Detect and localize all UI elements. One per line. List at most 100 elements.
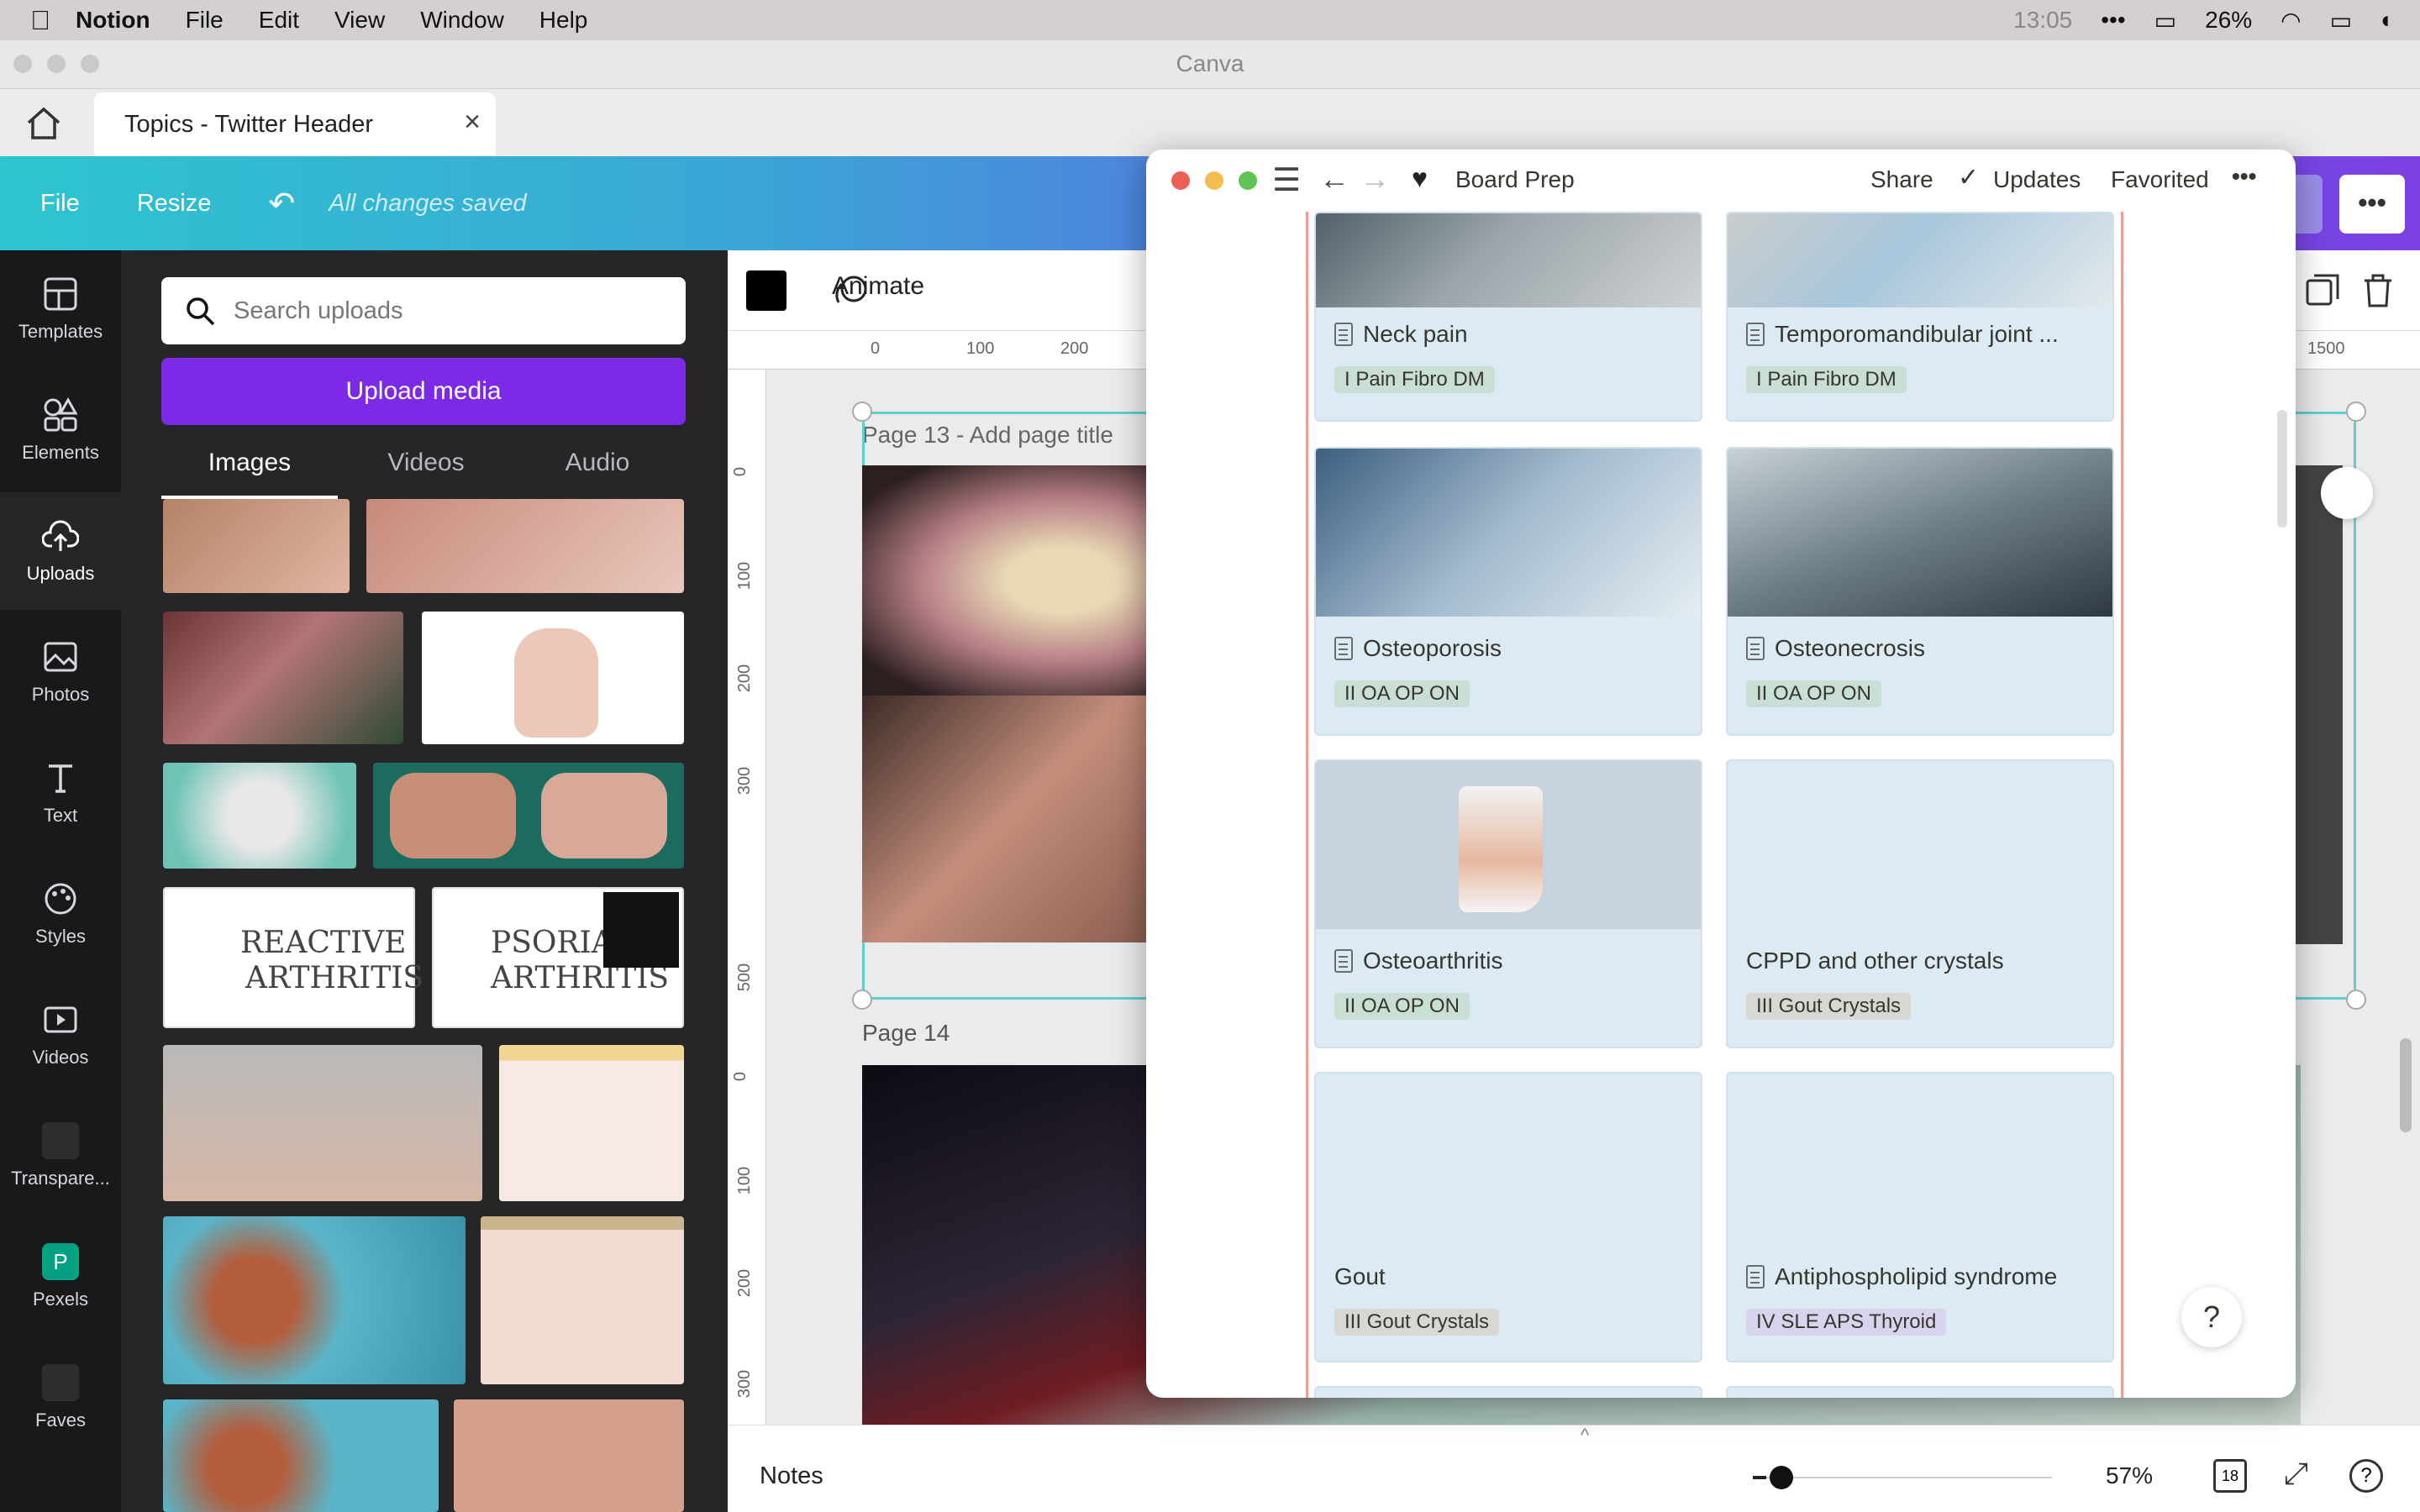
updates-button[interactable]: Updates (1993, 166, 2081, 193)
app-name[interactable]: Notion (76, 7, 150, 34)
board-card[interactable]: Antiphospholipid syndrome IV SLE APS Thy… (1726, 1072, 2114, 1362)
rail-photos[interactable]: Photos (0, 613, 121, 731)
resize-button[interactable]: Resize (137, 190, 212, 218)
resize-handle[interactable] (852, 402, 872, 422)
sidebar-menu-icon[interactable]: ☰ (1272, 161, 1301, 199)
screen-share-icon[interactable]: ▭ (2154, 7, 2176, 34)
notion-scrollbar[interactable] (2277, 410, 2287, 528)
board-card[interactable]: Osteoporosis II OA OP ON (1314, 447, 1702, 736)
control-center-icon[interactable]: ◐ (2381, 7, 2395, 34)
upload-thumbnail[interactable] (366, 499, 684, 593)
share-button[interactable]: Share (1870, 166, 1933, 193)
board-card[interactable]: Osteonecrosis II OA OP ON (1726, 447, 2114, 736)
rail-text[interactable]: Text (0, 734, 121, 852)
board-card[interactable]: CPPD and other crystals III Gout Crystal… (1726, 759, 2114, 1048)
tab-images[interactable]: Images (161, 449, 338, 499)
upload-thumbnail[interactable] (422, 612, 684, 744)
back-arrow-icon[interactable]: ← (1319, 161, 1349, 197)
card-cover-image (1316, 761, 1701, 929)
board-card[interactable]: Osteoarthritis II OA OP ON (1314, 759, 1702, 1048)
zoom-level[interactable]: 57% (2106, 1462, 2153, 1489)
file-menu-button[interactable]: File (40, 190, 80, 218)
board-card[interactable]: Gout III Gout Crystals (1314, 1072, 1702, 1362)
rail-elements[interactable]: Elements (0, 371, 121, 489)
favorited-button[interactable]: Favorited (2111, 166, 2209, 193)
upload-thumbnail[interactable] (163, 1216, 466, 1384)
upload-thumbnail[interactable] (163, 1045, 482, 1201)
upload-thumbnail[interactable] (481, 1216, 684, 1384)
more-options-button[interactable]: ••• (2339, 175, 2405, 234)
upload-thumbnail[interactable] (373, 763, 684, 869)
rail-styles[interactable]: Styles (0, 855, 121, 973)
color-swatch[interactable] (746, 270, 786, 311)
rail-templates[interactable]: Templates (0, 250, 121, 368)
tab-audio[interactable]: Audio (509, 449, 686, 499)
upload-thumbnail[interactable] (163, 612, 403, 744)
upload-thumbnail[interactable]: PSORIATIC ARTHRITIS (432, 887, 684, 1028)
home-icon[interactable] (25, 106, 66, 143)
close-window-button[interactable] (1171, 171, 1190, 190)
board-card[interactable] (1314, 1386, 1702, 1398)
menu-file[interactable]: File (186, 7, 224, 34)
rail-transparency[interactable]: Transpare... (0, 1097, 121, 1215)
rail-uploads[interactable]: Uploads (0, 492, 121, 610)
resize-handle[interactable] (2346, 402, 2366, 422)
window-titlebar: Canva (0, 40, 2420, 89)
tab-videos[interactable]: Videos (338, 449, 514, 499)
minimize-window-button[interactable] (1205, 171, 1223, 190)
battery-icon[interactable]: ▭ (2330, 7, 2352, 34)
search-input[interactable]: Search uploads (161, 277, 686, 344)
apple-icon[interactable]:  (30, 5, 50, 36)
more-icon[interactable]: ••• (2101, 7, 2125, 34)
menu-edit[interactable]: Edit (259, 7, 299, 34)
rail-pexels[interactable]: P Pexels (0, 1218, 121, 1336)
board-card[interactable] (1726, 1386, 2114, 1398)
close-window-button[interactable] (13, 55, 32, 73)
card-title: Osteoporosis (1334, 635, 1502, 662)
fullscreen-icon[interactable]: ⤢ (2284, 1456, 2308, 1492)
wifi-icon[interactable]: ◠ (2281, 7, 2301, 34)
menu-window[interactable]: Window (420, 7, 504, 34)
board-card[interactable]: Temporomandibular joint ... I Pain Fibro… (1726, 212, 2114, 422)
page-count-button[interactable]: 18 (2213, 1459, 2247, 1493)
upload-thumbnail[interactable] (454, 1399, 684, 1512)
breadcrumb-page[interactable]: Board Prep (1455, 166, 1575, 193)
zoom-window-button[interactable] (81, 55, 99, 73)
zoom-slider-track[interactable] (1766, 1477, 2052, 1478)
page-13-image-right[interactable] (2296, 465, 2343, 944)
minimize-window-button[interactable] (47, 55, 66, 73)
zoom-out-icon[interactable] (1753, 1476, 1766, 1479)
zoom-slider-thumb[interactable] (1770, 1466, 1793, 1489)
upload-media-button[interactable]: Upload media (161, 358, 686, 425)
menu-view[interactable]: View (334, 7, 385, 34)
show-pages-chevron[interactable]: ^ (1543, 1425, 1627, 1446)
upload-thumbnail[interactable] (163, 499, 350, 593)
more-options-icon[interactable]: ••• (2232, 163, 2256, 190)
board-card[interactable]: Neck pain I Pain Fibro DM (1314, 212, 1702, 422)
upload-thumbnail[interactable] (499, 1045, 684, 1201)
help-icon[interactable]: ? (2349, 1459, 2383, 1493)
editor-scrollbar[interactable] (2400, 1038, 2412, 1132)
page-14-title[interactable]: Page 14 (862, 1020, 950, 1047)
zoom-window-button[interactable] (1239, 171, 1257, 190)
undo-icon[interactable]: ↶ (268, 185, 295, 223)
upload-thumbnail[interactable] (163, 763, 356, 869)
close-tab-icon[interactable]: × (464, 106, 481, 139)
share-button-partial[interactable] (2292, 175, 2323, 234)
upload-thumbnail[interactable]: REACTIVE ARTHRITIS (163, 887, 424, 1028)
resize-handle[interactable] (2346, 990, 2366, 1010)
upload-thumbnail[interactable] (163, 1399, 439, 1512)
rail-faves[interactable]: Faves (0, 1339, 121, 1457)
duplicate-page-icon[interactable] (2304, 272, 2341, 309)
rail-videos[interactable]: Videos (0, 976, 121, 1094)
page-13-image[interactable] (862, 465, 1148, 696)
document-tab[interactable]: Topics - Twitter Header × (94, 92, 496, 156)
page-13-image[interactable] (862, 696, 1148, 942)
forward-arrow-icon[interactable]: → (1360, 161, 1390, 197)
add-comment-icon[interactable] (2321, 467, 2373, 519)
delete-page-icon[interactable] (2361, 272, 2395, 309)
resize-handle[interactable] (852, 990, 872, 1010)
menu-help[interactable]: Help (539, 7, 588, 34)
help-button[interactable]: ? (2181, 1287, 2242, 1347)
notes-button[interactable]: Notes (760, 1462, 823, 1490)
